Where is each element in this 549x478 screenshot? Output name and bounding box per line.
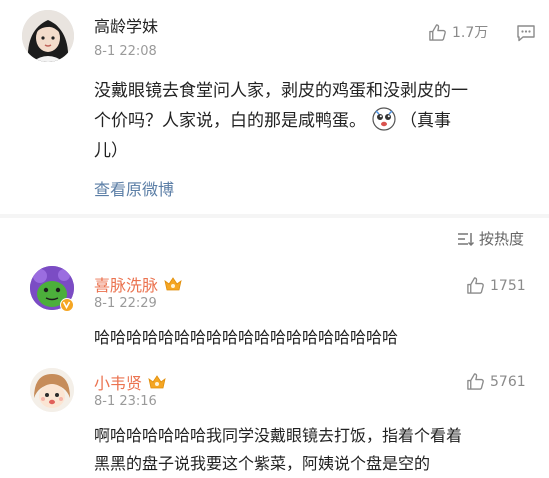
comment-icon — [517, 25, 535, 42]
comments-section: 按热度 喜脉洗脉 8-1 22:29 1751 哈哈哈哈哈哈哈哈哈哈哈哈哈哈哈哈… — [0, 218, 549, 478]
post-like-button[interactable]: 1.7万 — [428, 22, 488, 42]
post-body-line-2-tail: （真事 — [400, 111, 451, 131]
sort-by-hot-button[interactable]: 按热度 — [457, 228, 524, 249]
sort-icon — [458, 232, 475, 246]
avatar-girl-icon — [22, 10, 74, 62]
post-like-count: 1.7万 — [452, 25, 489, 41]
comment-icon-button[interactable] — [516, 24, 536, 46]
comment-like-count: 1751 — [490, 277, 526, 294]
commenter-name-text: 喜脉洗脉 — [94, 276, 159, 295]
vip-badge — [60, 298, 74, 312]
weibo-post: 高龄学妹 8-1 22:08 1.7万 没戴眼镜去食堂问人家，剥皮的鸡蛋和没剥皮… — [0, 0, 549, 214]
membership-crown-icon — [164, 277, 182, 291]
post-body-line-1: 没戴眼镜去食堂问人家，剥皮的鸡蛋和没剥皮的一 — [94, 81, 468, 101]
comment-text-line-1: 啊哈哈哈哈哈哈我同学没戴眼镜去打饭，指着个看着 — [94, 426, 463, 445]
comment-text: 哈哈哈哈哈哈哈哈哈哈哈哈哈哈哈哈哈哈哈 — [94, 328, 399, 347]
comment-time: 8-1 23:16 — [94, 394, 157, 409]
comment-text-line-2: 黑黑的盘子说我要这个紫菜，阿姨说个盘是空的 — [94, 454, 431, 473]
comment-time: 8-1 22:29 — [94, 296, 157, 311]
post-time: 8-1 22:08 — [94, 44, 157, 59]
view-original-link[interactable]: 查看原微博 — [94, 176, 174, 200]
commenter-name[interactable]: 小韦贤 — [94, 370, 167, 394]
comment-like-button[interactable]: 5761 — [466, 372, 526, 391]
commenter-avatar[interactable] — [30, 368, 74, 412]
avatar-cartoon-girl-icon — [30, 368, 74, 412]
commenter-name-text: 小韦贤 — [94, 374, 143, 393]
comment-like-button[interactable]: 1751 — [466, 276, 526, 295]
sort-label: 按热度 — [479, 230, 525, 248]
membership-crown-icon — [148, 375, 166, 389]
thumbs-up-icon — [429, 23, 446, 41]
vip-v-icon — [62, 301, 71, 310]
emoji-face-icon — [372, 106, 396, 131]
author-avatar[interactable] — [22, 10, 74, 62]
author-name[interactable]: 高龄学妹 — [94, 13, 158, 37]
thumbs-up-icon — [467, 277, 484, 294]
post-body-line-2: 个价吗？人家说，白的那是咸鸭蛋。 （真事 — [94, 106, 451, 131]
thumbs-up-icon — [467, 373, 484, 390]
post-body-line-2-text: 个价吗？人家说，白的那是咸鸭蛋。 — [94, 111, 366, 131]
post-body-line-3: 儿） — [94, 141, 128, 161]
comment-like-count: 5761 — [490, 373, 526, 390]
commenter-name[interactable]: 喜脉洗脉 — [94, 272, 183, 296]
